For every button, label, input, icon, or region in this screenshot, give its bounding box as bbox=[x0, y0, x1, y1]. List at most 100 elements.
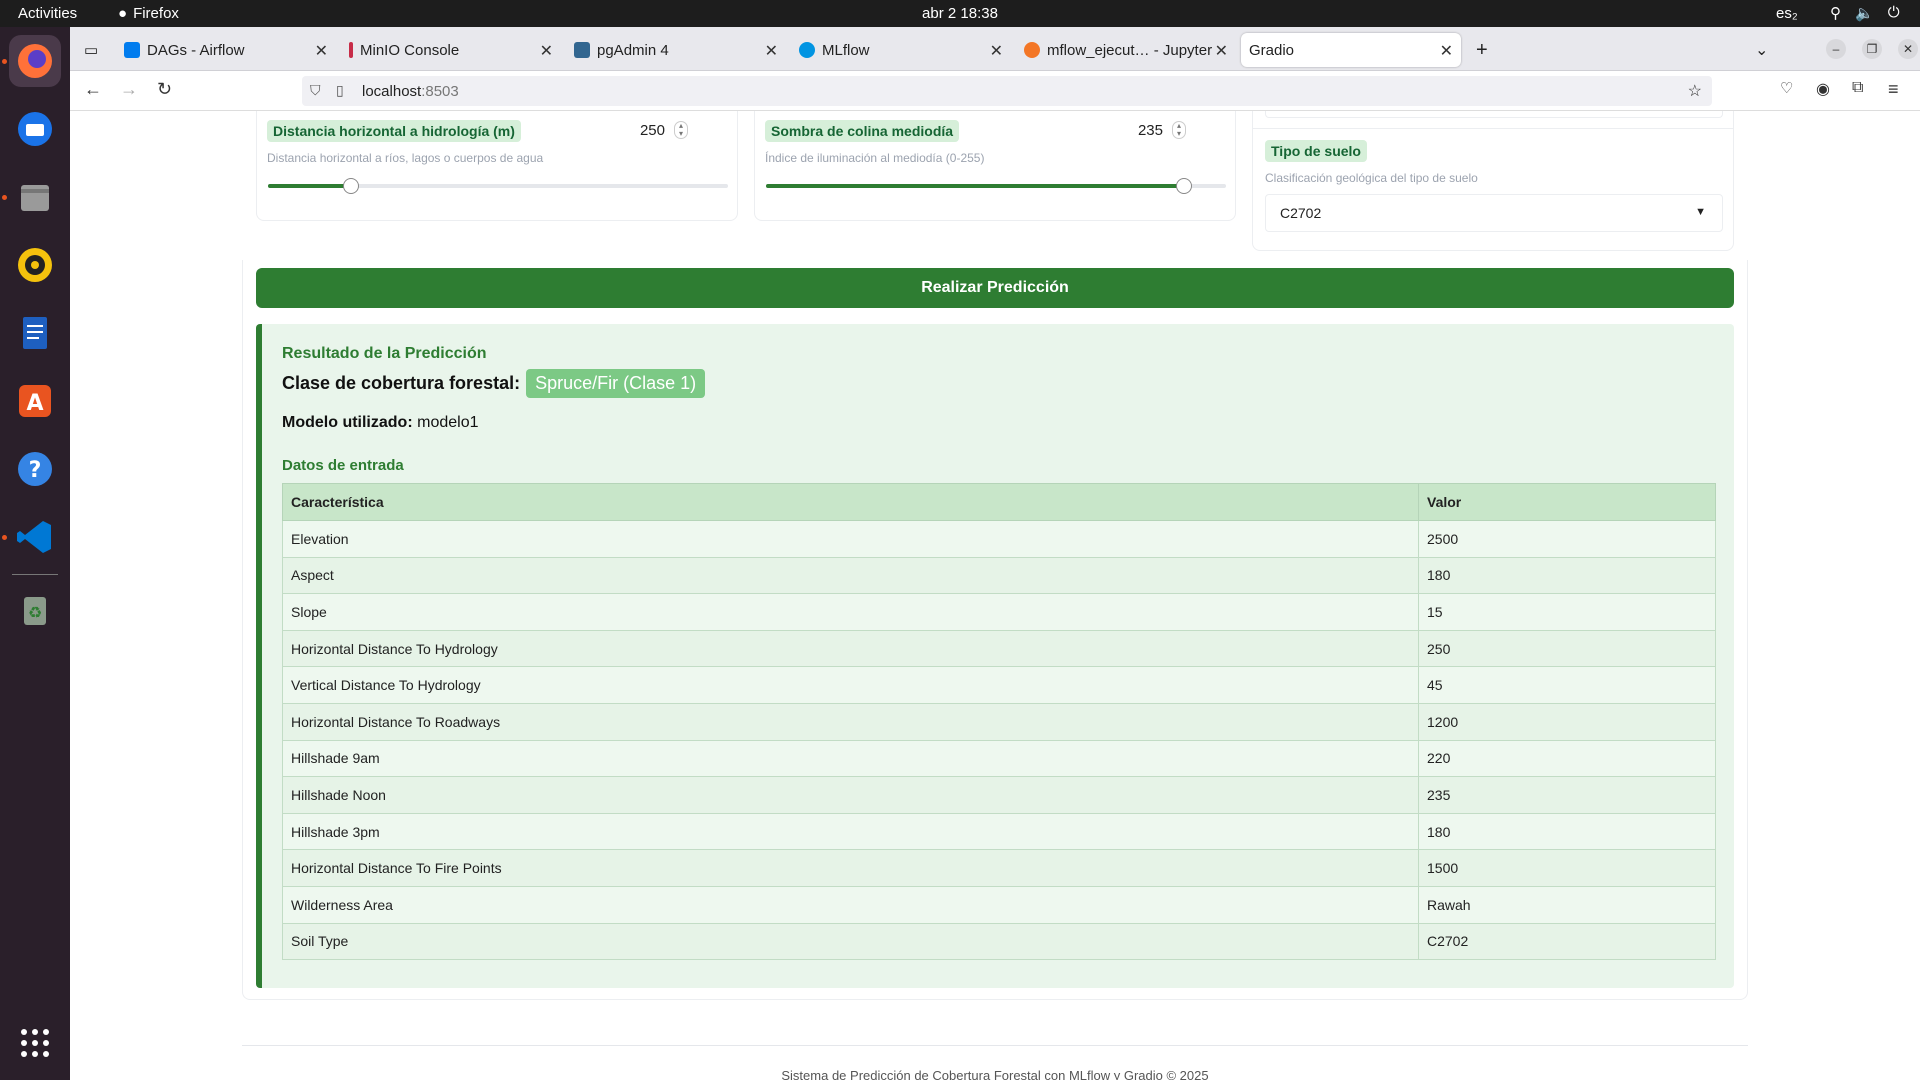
sombra-number-input[interactable]: 235 bbox=[1103, 122, 1163, 139]
tab-gradio[interactable]: Gradio ✕ bbox=[1241, 33, 1461, 67]
value-cell: 180 bbox=[1418, 556, 1716, 595]
hidrologia-slider-card: Distancia horizontal a hidrología (m) 25… bbox=[256, 111, 738, 221]
menu-icon[interactable]: ≡ bbox=[1888, 79, 1899, 100]
footer-text: Sistema de Predicción de Cobertura Fores… bbox=[781, 1068, 1209, 1080]
model-value: modelo1 bbox=[417, 414, 479, 431]
bookmark-star-icon[interactable]: ☆ bbox=[1688, 81, 1702, 101]
sombra-label: Sombra de colina mediodía bbox=[765, 120, 960, 142]
previous-dropdown-edge bbox=[1265, 111, 1723, 118]
input-data-table: Característica Valor Elevation 2500 Aspect… bbox=[282, 483, 1716, 961]
tab-airflow[interactable]: DAGs - Airflow ✕ bbox=[116, 33, 336, 67]
pocket-icon[interactable]: ♡ bbox=[1780, 79, 1793, 97]
rhythmbox-dock-icon[interactable] bbox=[9, 239, 61, 291]
account-icon[interactable]: ◉ bbox=[1816, 79, 1830, 99]
thunderbird-dock-icon[interactable] bbox=[9, 103, 61, 155]
tab-bar: ▭ DAGs - Airflow ✕ MinIO Console ✕ pgAdmin… bbox=[70, 27, 1920, 71]
svg-text:♻: ♻ bbox=[28, 603, 42, 622]
writer-dock-icon[interactable] bbox=[9, 307, 61, 359]
url-port: :8503 bbox=[421, 82, 459, 100]
extensions-icon[interactable]: ⧉ bbox=[1852, 79, 1863, 97]
tab-pgadmin[interactable]: pgAdmin 4 ✕ bbox=[566, 33, 786, 67]
help-dock-icon[interactable]: ? bbox=[9, 443, 61, 495]
value-cell: 15 bbox=[1418, 593, 1716, 631]
hidrologia-info: Distancia horizontal a ríos, lagos o cue… bbox=[267, 151, 544, 165]
result-heading: Resultado de la Predicción bbox=[282, 345, 487, 362]
input-data-table-wrap: Característica Valor Elevation 2500 Aspect… bbox=[282, 483, 1716, 961]
close-tab-icon[interactable]: ✕ bbox=[765, 41, 778, 61]
tab-mlflow[interactable]: MLflow ✕ bbox=[791, 33, 1011, 67]
sombra-slider-thumb[interactable] bbox=[1175, 178, 1192, 194]
system-top-bar: Activities ● Firefox abr 2 18:38 es₂ ⚲ 🔈 … bbox=[0, 0, 1920, 27]
value-cell: 180 bbox=[1418, 812, 1716, 851]
power-icon: ⏻ bbox=[1887, 4, 1900, 21]
app-center-dock-icon[interactable]: A bbox=[9, 375, 61, 427]
table-row: Soil Type C2702 bbox=[282, 922, 1716, 961]
firefox-dock-icon[interactable] bbox=[9, 35, 61, 87]
tab-jupyter[interactable]: mflow_ejecut… - Jupyter ✕ bbox=[1016, 33, 1236, 67]
model-label: Modelo utilizado: bbox=[282, 414, 413, 431]
hidrologia-number-input[interactable]: 250 bbox=[605, 122, 665, 139]
feature-cell: Hillshade 9am bbox=[282, 739, 1419, 778]
files-dock-icon[interactable] bbox=[9, 171, 61, 223]
close-window-icon[interactable]: ✕ bbox=[1898, 39, 1918, 59]
close-tab-icon[interactable]: ✕ bbox=[540, 41, 553, 61]
url-bar[interactable]: ⛉ ▯ localhost:8503 ☆ bbox=[302, 76, 1712, 106]
clock[interactable]: abr 2 18:38 bbox=[0, 5, 1920, 22]
back-icon[interactable]: ← bbox=[84, 79, 102, 100]
tab-minio[interactable]: MinIO Console ✕ bbox=[341, 33, 561, 67]
class-label: Clase de cobertura forestal: bbox=[282, 373, 521, 393]
table-row: Slope 15 bbox=[282, 593, 1716, 631]
table-row: Hillshade 9am 220 bbox=[282, 739, 1716, 778]
keyboard-layout-indicator[interactable]: es₂ bbox=[1776, 5, 1798, 22]
hidrologia-slider[interactable] bbox=[268, 178, 728, 194]
input-data-table-body: Elevation 2500 Aspect 180 Slope 15 Horizontal … bbox=[282, 520, 1716, 961]
feature-cell: Hillshade 3pm bbox=[282, 812, 1419, 851]
page-content: Distancia horizontal a hidrología (m) 25… bbox=[70, 111, 1920, 1080]
class-badge: Spruce/Fir (Clase 1) bbox=[526, 369, 706, 398]
airflow-icon bbox=[124, 42, 140, 58]
show-apps-icon[interactable] bbox=[9, 1017, 61, 1069]
dropdown-arrow-icon: ▼ bbox=[1695, 206, 1706, 218]
svg-text:?: ? bbox=[29, 458, 42, 483]
sombra-info: Índice de iluminación al mediodía (0-255… bbox=[765, 151, 985, 165]
sombra-slider-fill bbox=[766, 184, 1184, 188]
close-tab-icon[interactable]: ✕ bbox=[990, 41, 1003, 61]
vscode-dock-icon[interactable] bbox=[9, 511, 61, 563]
value-cell: Rawah bbox=[1418, 885, 1716, 924]
close-tab-icon[interactable]: ✕ bbox=[1440, 41, 1453, 61]
number-spinner-icon[interactable]: ▴ ▾ bbox=[674, 121, 688, 139]
close-tab-icon[interactable]: ✕ bbox=[1215, 41, 1228, 61]
table-row: Horizontal Distance To Fire Points 1500 bbox=[282, 849, 1716, 887]
hidrologia-slider-thumb[interactable] bbox=[342, 178, 359, 194]
shield-icon: ⛉ bbox=[310, 82, 321, 98]
new-tab-button[interactable]: + bbox=[1468, 33, 1496, 67]
jupyter-icon bbox=[1024, 42, 1040, 58]
number-spinner-icon[interactable]: ▴ ▾ bbox=[1172, 121, 1186, 139]
close-tab-icon[interactable]: ✕ bbox=[315, 41, 328, 61]
suelo-label: Tipo de suelo bbox=[1265, 140, 1367, 162]
feature-cell: Wilderness Area bbox=[282, 885, 1419, 924]
value-cell: 220 bbox=[1418, 739, 1716, 778]
system-tray[interactable]: ⚲ 🔈 ⏻ bbox=[1830, 4, 1900, 22]
pgadmin-icon bbox=[574, 42, 590, 58]
network-icon: ⚲ bbox=[1830, 5, 1841, 22]
suelo-dropdown[interactable]: C2702 ▼ bbox=[1265, 194, 1723, 232]
dock: A ? ♻ bbox=[0, 27, 70, 1080]
value-cell: 250 bbox=[1418, 629, 1716, 668]
table-row: Wilderness Area Rawah bbox=[282, 885, 1716, 924]
value-cell: 45 bbox=[1418, 666, 1716, 704]
trash-dock-icon[interactable]: ♻ bbox=[9, 583, 61, 635]
minimize-icon[interactable]: – bbox=[1826, 39, 1846, 59]
result-panel: Resultado de la Predicción Clase de cobe… bbox=[256, 324, 1734, 988]
table-row: Vertical Distance To Hydrology 45 bbox=[282, 666, 1716, 704]
sombra-slider[interactable] bbox=[766, 178, 1226, 194]
forward-icon[interactable]: → bbox=[120, 79, 138, 100]
restore-icon[interactable]: ❐ bbox=[1862, 39, 1882, 59]
value-cell: 235 bbox=[1418, 776, 1716, 814]
firefox-view-icon[interactable]: ▭ bbox=[76, 33, 98, 67]
feature-cell: Horizontal Distance To Fire Points bbox=[282, 849, 1419, 887]
reload-icon[interactable]: ↻ bbox=[157, 79, 172, 100]
page-info-icon: ▯ bbox=[336, 82, 344, 98]
list-tabs-icon[interactable]: ⌄ bbox=[1747, 33, 1776, 67]
feature-cell: Elevation bbox=[282, 520, 1419, 558]
